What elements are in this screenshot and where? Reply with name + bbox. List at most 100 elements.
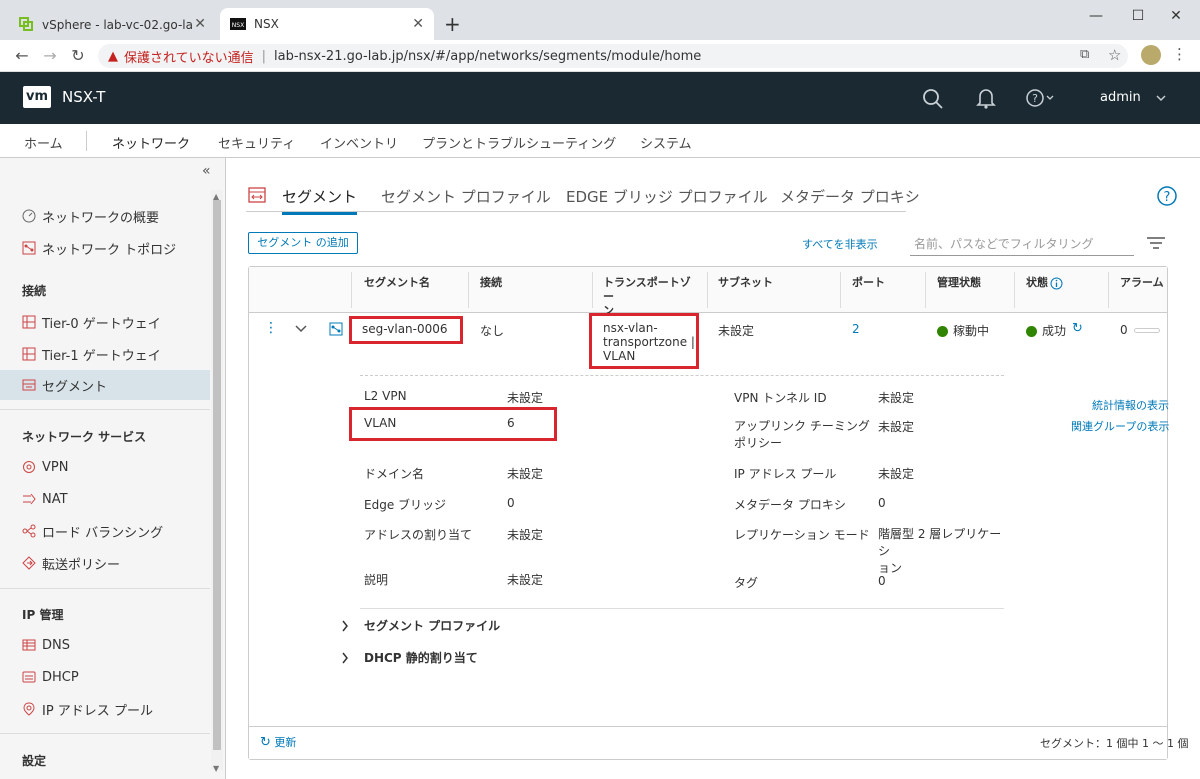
sidebar-item-tier1-gateway[interactable]: Tier-1 ゲートウェイ xyxy=(0,339,210,369)
collapse-sidebar-icon[interactable]: « xyxy=(202,163,211,179)
sidebar-item-forwarding-policy[interactable]: 転送ポリシー xyxy=(0,548,210,578)
nav-plan-troubleshoot[interactable]: プランとトラブルシューティング xyxy=(422,133,616,152)
sidebar-item-label: IP アドレス プール xyxy=(42,703,153,719)
nav-networking[interactable]: ネットワーク xyxy=(112,133,191,161)
load-balancer-icon xyxy=(22,524,36,538)
chevron-down-icon[interactable] xyxy=(295,325,307,333)
scroll-down-icon[interactable]: ▼ xyxy=(213,764,219,773)
column-divider xyxy=(840,272,841,308)
scroll-up-icon[interactable]: ▲ xyxy=(213,192,219,201)
nav-home[interactable]: ホーム xyxy=(24,133,63,152)
sidebar-item-label: ネットワーク トポロジ xyxy=(42,242,177,258)
refresh-icon: ↻ xyxy=(260,735,271,750)
nav-system[interactable]: システム xyxy=(640,133,692,152)
sidebar-section-connect: 接続 xyxy=(22,284,47,298)
segment-transport-zone: nsx-vlan- transportzone | VLAN xyxy=(603,321,695,363)
column-header-admin-state[interactable]: 管理状態 xyxy=(937,276,981,290)
close-tab-icon[interactable]: ✕ xyxy=(194,16,206,32)
detail-value: 未設定 xyxy=(507,467,544,481)
sidebar-item-label: ネットワークの概要 xyxy=(42,210,160,226)
nat-icon xyxy=(23,493,36,505)
tab-metadata-proxy[interactable]: メタデータ プロキシ xyxy=(780,186,920,207)
expander-dhcp-static-bindings[interactable]: DHCP 静的割り当て xyxy=(364,649,478,666)
hide-all-link[interactable]: すべてを非表示 xyxy=(802,236,878,252)
dhcp-icon xyxy=(22,671,36,683)
app-header xyxy=(0,72,1200,124)
new-tab-icon[interactable]: + xyxy=(444,12,461,36)
column-header-connection[interactable]: 接続 xyxy=(480,276,502,290)
tab-edge-bridge-profiles[interactable]: EDGE ブリッジ プロファイル xyxy=(566,186,768,207)
url-text[interactable]: lab-nsx-21.go-lab.jp/nsx/#/app/networks/… xyxy=(274,49,701,64)
help-menu-icon[interactable]: ? xyxy=(1025,88,1057,108)
sidebar-item-vpn[interactable]: VPN xyxy=(0,452,210,482)
segment-name[interactable]: seg-vlan-0006 xyxy=(362,322,448,336)
tabs-underline xyxy=(246,211,906,212)
browser-tab-vsphere[interactable]: vSphere - lab-vc-02.go-lab.jp - サ ✕ xyxy=(8,8,216,40)
user-menu[interactable]: admin xyxy=(1100,90,1141,105)
url-bar[interactable]: ▲ 保護されていない通信 | lab-nsx-21.go-lab.jp/nsx/… xyxy=(98,44,1128,68)
sidebar-item-ip-pools[interactable]: IP アドレス プール xyxy=(0,694,210,724)
sidebar-item-network-topology[interactable]: ネットワーク トポロジ xyxy=(0,233,210,263)
translate-icon[interactable]: ⧉ xyxy=(1080,47,1089,62)
info-icon[interactable] xyxy=(1050,277,1063,290)
sidebar-item-network-overview[interactable]: ネットワークの概要 xyxy=(0,201,210,231)
nav-inventory[interactable]: インベントリ xyxy=(320,133,398,152)
profile-avatar[interactable] xyxy=(1141,45,1161,65)
view-related-groups-link[interactable]: 関連グループの表示 xyxy=(1071,418,1169,434)
refresh-status-icon[interactable]: ↻ xyxy=(1072,321,1083,336)
status-green-dot xyxy=(937,326,948,337)
chevron-down-icon[interactable] xyxy=(1156,94,1166,102)
close-tab-icon[interactable]: ✕ xyxy=(412,16,424,32)
column-header-ports[interactable]: ポート xyxy=(852,276,885,290)
close-window-icon[interactable]: ✕ xyxy=(1156,4,1196,28)
filter-icon[interactable] xyxy=(1146,236,1166,250)
browser-menu-icon[interactable]: ⋮ xyxy=(1172,45,1187,63)
security-warning[interactable]: 保護されていない通信 xyxy=(124,47,254,66)
search-icon[interactable] xyxy=(922,88,944,110)
minimize-icon[interactable]: — xyxy=(1076,4,1116,28)
gateway-icon xyxy=(22,347,36,361)
bell-icon[interactable] xyxy=(976,87,996,109)
detail-value: 0 xyxy=(878,574,886,588)
column-header-transport-zone[interactable]: トランスポートゾー ン xyxy=(603,276,698,318)
sidebar-item-load-balancing[interactable]: ロード バランシング xyxy=(0,516,210,546)
column-header-status[interactable]: 状態 xyxy=(1026,276,1048,290)
sidebar-item-nat[interactable]: NAT xyxy=(0,484,210,514)
column-header-subnet[interactable]: サブネット xyxy=(718,276,773,290)
sidebar-item-dns[interactable]: DNS xyxy=(0,630,210,660)
chevron-right-icon[interactable] xyxy=(341,620,349,632)
segment-ports-link[interactable]: 2 xyxy=(852,322,860,336)
segment-count: セグメント：1 個中 1 ～ 1 個 xyxy=(1040,737,1189,750)
sidebar-item-tier0-gateway[interactable]: Tier-0 ゲートウェイ xyxy=(0,307,210,337)
sidebar-item-segments[interactable]: セグメント xyxy=(0,370,210,400)
sidebar-scrollbar-thumb[interactable] xyxy=(213,200,221,750)
row-actions-icon[interactable]: ⋮ xyxy=(264,320,278,336)
view-statistics-link[interactable]: 統計情報の表示 xyxy=(1092,397,1169,413)
nav-security[interactable]: セキュリティ xyxy=(218,133,295,152)
bookmark-star-icon[interactable]: ☆ xyxy=(1108,46,1121,64)
add-segment-button[interactable]: セグメント の追加 xyxy=(248,232,358,254)
browser-tab-nsx[interactable]: NSX NSX ✕ xyxy=(220,8,434,40)
maximize-icon[interactable]: ☐ xyxy=(1118,4,1158,28)
expander-segment-profiles[interactable]: セグメント プロファイル xyxy=(364,617,500,634)
column-header-name[interactable]: セグメント名 xyxy=(364,276,430,290)
grid-footer xyxy=(249,726,1167,759)
status-green-dot xyxy=(1026,326,1037,337)
filter-input[interactable]: 名前、パスなどでフィルタリング xyxy=(910,232,1134,256)
reload-icon[interactable]: ↻ xyxy=(68,46,88,66)
segment-page-icon xyxy=(248,187,266,203)
sidebar-item-dhcp[interactable]: DHCP xyxy=(0,662,210,692)
tab-segment-profiles[interactable]: セグメント プロファイル xyxy=(381,186,551,207)
warning-icon: ▲ xyxy=(108,48,118,64)
help-icon[interactable]: ? xyxy=(1157,186,1177,206)
detail-label: ドメイン名 xyxy=(364,467,425,481)
chevron-right-icon[interactable] xyxy=(341,652,349,664)
refresh-button[interactable]: ↻ 更新 xyxy=(260,734,296,750)
back-icon[interactable]: ← xyxy=(12,46,32,66)
topology-icon[interactable] xyxy=(329,322,343,336)
sidebar-item-label: ロード バランシング xyxy=(42,525,164,541)
column-header-alarms[interactable]: アラーム xyxy=(1120,276,1164,290)
vmware-logo: vm xyxy=(23,86,51,108)
detail-value: 未設定 xyxy=(507,528,544,542)
forward-icon[interactable]: → xyxy=(40,46,60,66)
